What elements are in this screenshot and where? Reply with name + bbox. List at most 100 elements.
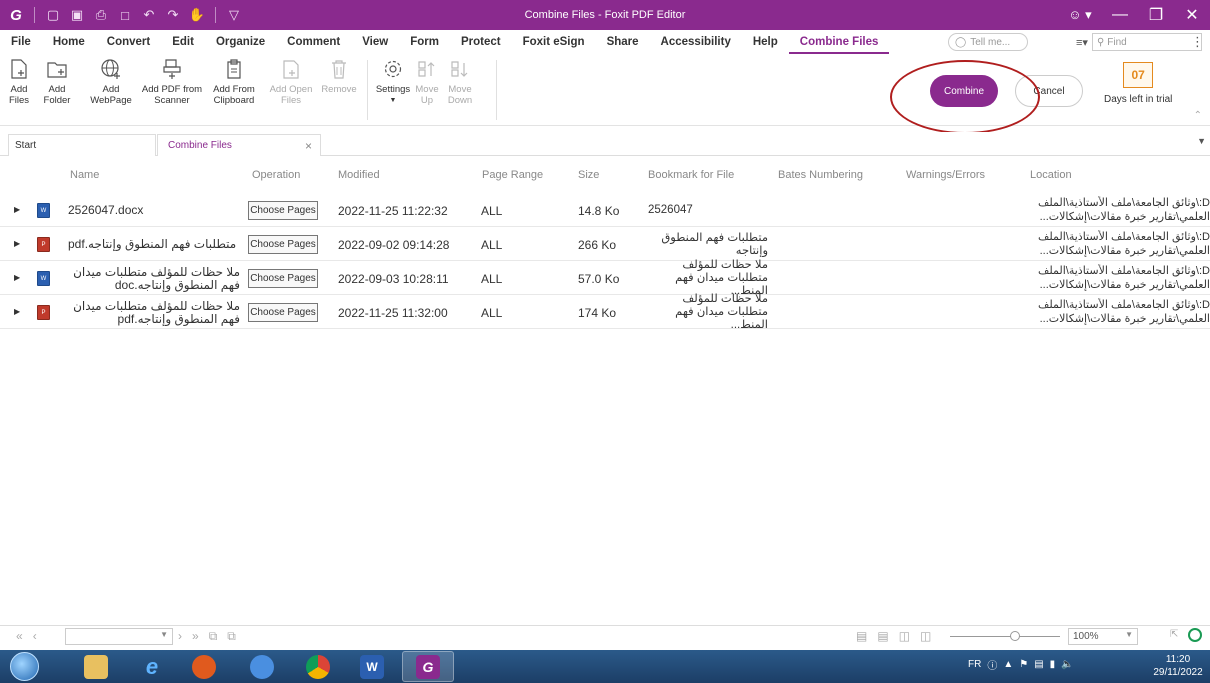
- cancel-button[interactable]: Cancel: [1015, 75, 1083, 107]
- menu-organize[interactable]: Organize: [205, 30, 276, 54]
- expand-arrow-icon[interactable]: ▶: [14, 307, 20, 316]
- signal-icon[interactable]: ▮: [1050, 659, 1056, 670]
- taskbar-foxit[interactable]: G: [402, 651, 454, 682]
- zoom-level-select[interactable]: 100% ▼: [1068, 628, 1138, 645]
- taskbar-chrome[interactable]: [292, 651, 344, 682]
- collapse-ribbon-icon[interactable]: ⌃: [1194, 110, 1202, 121]
- menu-file[interactable]: File: [0, 30, 42, 54]
- page-range[interactable]: ALL: [481, 238, 502, 252]
- expand-arrow-icon[interactable]: ▶: [14, 273, 20, 282]
- first-page-icon[interactable]: «: [16, 629, 23, 643]
- taskbar-word[interactable]: W: [346, 651, 398, 682]
- add-webpage-button[interactable]: Add WebPage: [86, 56, 136, 106]
- remove-button[interactable]: Remove: [318, 56, 360, 95]
- move-up-button[interactable]: Move Up: [414, 56, 440, 106]
- column-header-name[interactable]: Name: [70, 169, 99, 181]
- print-icon[interactable]: ⎙: [91, 5, 111, 25]
- column-header-modified[interactable]: Modified: [338, 169, 380, 181]
- bookmark-name[interactable]: ملا حظات للمؤلف متطلبات ميدان فهم المنط.…: [648, 259, 768, 297]
- taskbar-explorer[interactable]: [70, 651, 122, 682]
- menu-view[interactable]: View: [351, 30, 399, 54]
- volume-icon[interactable]: 🔈: [1061, 659, 1073, 670]
- page-range[interactable]: ALL: [481, 272, 502, 286]
- menu-protect[interactable]: Protect: [450, 30, 512, 54]
- zoom-slider-knob[interactable]: [1010, 631, 1020, 641]
- tab-start[interactable]: Start: [8, 134, 156, 156]
- column-header-size[interactable]: Size: [578, 169, 599, 181]
- add-from-clipboard-button[interactable]: Add From Clipboard: [208, 56, 260, 106]
- move-down-button[interactable]: Move Down: [444, 56, 476, 106]
- customize-dropdown-icon[interactable]: ▽: [224, 5, 244, 25]
- menu-share[interactable]: Share: [596, 30, 650, 54]
- next-view-icon[interactable]: ⧉: [227, 629, 236, 644]
- menu-foxit-esign[interactable]: Foxit eSign: [512, 30, 596, 54]
- undo-icon[interactable]: ↶: [139, 5, 159, 25]
- tell-me-search[interactable]: ◯ Tell me...: [948, 33, 1028, 51]
- settings-button[interactable]: Settings ▼: [373, 56, 413, 106]
- menu-form[interactable]: Form: [399, 30, 450, 54]
- choose-pages-button[interactable]: Choose Pages: [248, 269, 318, 288]
- tray-expand-icon[interactable]: ▲: [1003, 659, 1013, 670]
- next-page-icon[interactable]: ›: [178, 629, 182, 644]
- column-header-warnings-errors[interactable]: Warnings/Errors: [906, 169, 985, 181]
- open-icon[interactable]: ▢: [43, 5, 63, 25]
- start-button[interactable]: [10, 652, 39, 681]
- previous-page-icon[interactable]: ‹: [33, 629, 37, 643]
- foxit-logo-icon[interactable]: G: [6, 5, 26, 25]
- add-open-files-button[interactable]: Add Open Files: [266, 56, 316, 106]
- close-tab-icon[interactable]: ×: [305, 139, 312, 153]
- redo-icon[interactable]: ↷: [163, 5, 183, 25]
- tab-combine-files[interactable]: Combine Files ×: [157, 134, 321, 156]
- status-green-icon[interactable]: [1188, 628, 1202, 642]
- minimize-button[interactable]: —: [1102, 0, 1138, 30]
- menu-comment[interactable]: Comment: [276, 30, 351, 54]
- taskbar-clock[interactable]: 11:20 29/11/2022: [1150, 653, 1206, 679]
- find-options-icon[interactable]: ≡▾: [1076, 36, 1088, 49]
- trial-indicator[interactable]: 07 Days left in trial: [1104, 62, 1172, 105]
- menu-help[interactable]: Help: [742, 30, 789, 54]
- column-header-location[interactable]: Location: [1030, 169, 1072, 181]
- table-row[interactable]: ▶ P متطلبات فهم المنطوق وإنتاجه.pdf Choo…: [0, 228, 1210, 261]
- bookmark-name[interactable]: ملا حظات للمؤلف متطلبات ميدان فهم المنط.…: [648, 293, 768, 331]
- tab-list-dropdown-icon[interactable]: ▼: [1197, 136, 1206, 146]
- single-page-icon[interactable]: ▤: [856, 629, 867, 643]
- add-folder-button[interactable]: Add Folder: [40, 56, 74, 106]
- choose-pages-button[interactable]: Choose Pages: [248, 303, 318, 322]
- continuous-facing-icon[interactable]: ◫: [920, 629, 931, 643]
- fit-page-icon[interactable]: ⇱: [1170, 629, 1178, 640]
- table-row[interactable]: ▶ W ملا حظات للمؤلف متطلبات ميدان فهم ال…: [0, 259, 1210, 297]
- find-input[interactable]: ⚲ Find: [1091, 33, 1202, 51]
- add-files-button[interactable]: Add Files: [2, 56, 36, 106]
- menu-combine-files[interactable]: Combine Files: [788, 30, 890, 54]
- new-icon[interactable]: □: [115, 5, 135, 25]
- account-icon[interactable]: ☺ ▾: [1058, 0, 1102, 30]
- hand-tool-icon[interactable]: ✋: [187, 5, 207, 25]
- column-header-operation[interactable]: Operation: [252, 169, 300, 181]
- facing-page-icon[interactable]: ◫: [899, 629, 910, 643]
- column-header-page-range[interactable]: Page Range: [482, 169, 543, 181]
- restore-button[interactable]: ❐: [1138, 0, 1174, 30]
- menu-home[interactable]: Home: [42, 30, 96, 54]
- table-row[interactable]: ▶ W 2526047.docx Choose Pages 2022-11-25…: [0, 194, 1210, 227]
- choose-pages-button[interactable]: Choose Pages: [248, 235, 318, 254]
- add-pdf-from-scanner-button[interactable]: Add PDF from Scanner: [137, 56, 207, 106]
- page-range[interactable]: ALL: [481, 306, 502, 320]
- combine-button[interactable]: Combine: [930, 75, 998, 107]
- menu-edit[interactable]: Edit: [161, 30, 205, 54]
- page-range[interactable]: ALL: [481, 204, 502, 218]
- network-icon[interactable]: ▤: [1034, 659, 1043, 670]
- taskbar-media[interactable]: [178, 651, 230, 682]
- expand-arrow-icon[interactable]: ▶: [14, 205, 20, 214]
- column-header-bates-numbering[interactable]: Bates Numbering: [778, 169, 863, 181]
- zoom-slider[interactable]: [950, 636, 1060, 637]
- last-page-icon[interactable]: »: [192, 629, 199, 644]
- more-options-icon[interactable]: ⋮: [1191, 34, 1204, 50]
- bookmark-name[interactable]: متطلبات فهم المنطوق وإنتاجه: [648, 228, 768, 261]
- previous-view-icon[interactable]: ⧉: [209, 629, 218, 644]
- table-row[interactable]: ▶ P ملا حظات للمؤلف متطلبات ميدان فهم ال…: [0, 293, 1210, 331]
- menu-convert[interactable]: Convert: [96, 30, 161, 54]
- taskbar-app-blue[interactable]: [236, 651, 288, 682]
- flag-icon[interactable]: ⚑: [1019, 659, 1028, 670]
- taskbar-ie[interactable]: e: [126, 651, 178, 682]
- column-header-bookmark[interactable]: Bookmark for File: [648, 169, 734, 181]
